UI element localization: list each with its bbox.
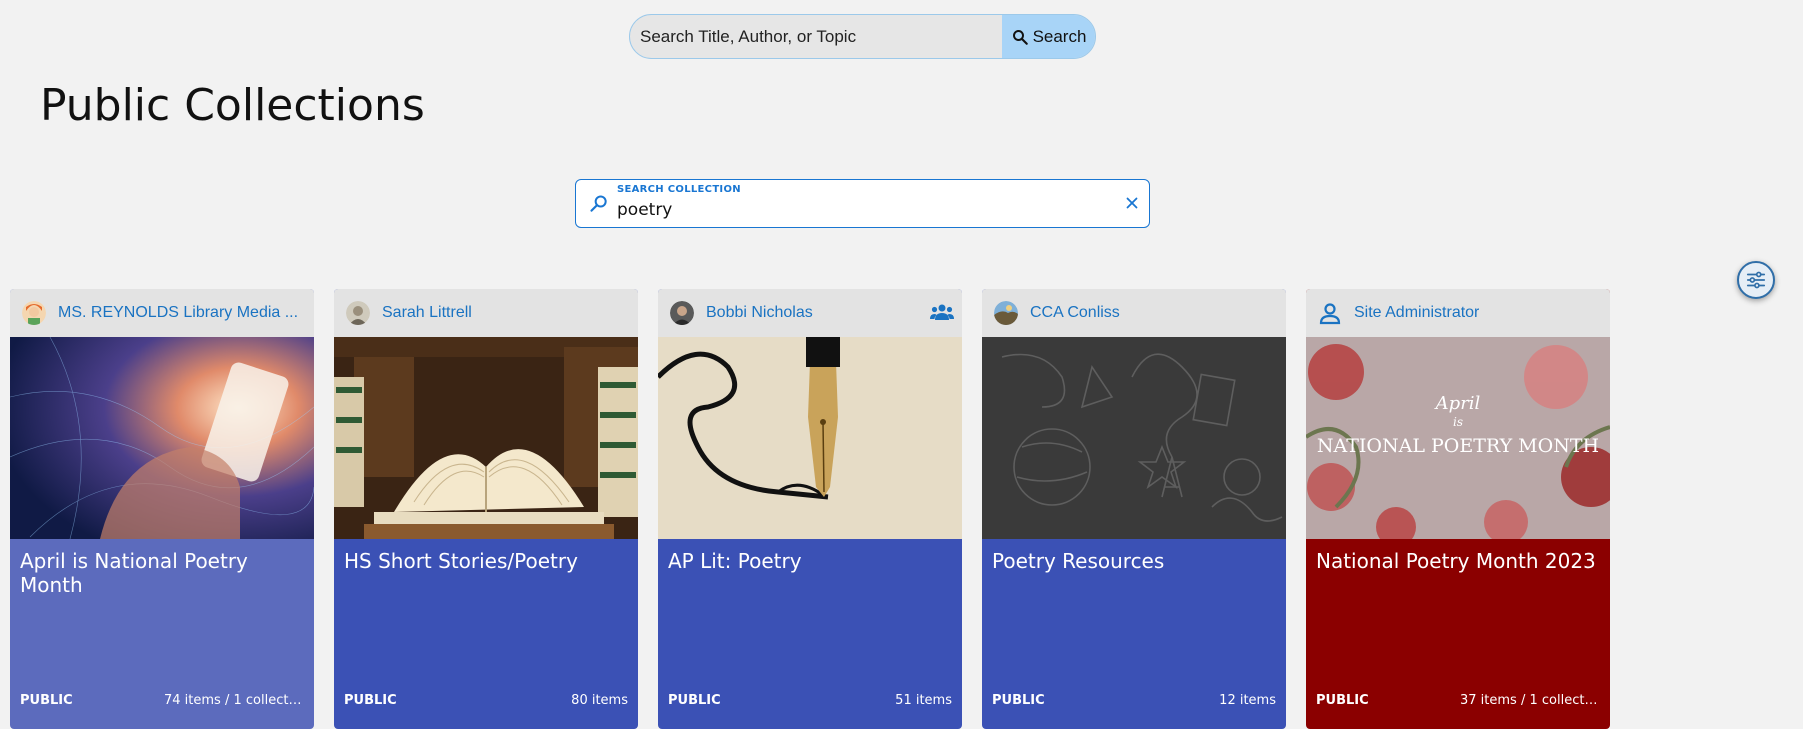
card-image: April is NATIONAL POETRY MONTH — [1306, 337, 1610, 539]
search-button-label: Search — [1032, 26, 1087, 46]
item-count: 51 items — [895, 693, 952, 708]
sliders-icon — [1746, 271, 1766, 289]
collection-card[interactable]: Sarah Littrell HS Short Stories/Poetry P… — [334, 289, 638, 729]
item-count: 12 items — [1219, 693, 1276, 708]
card-header: Site Administrator — [1306, 289, 1610, 337]
item-count: 74 items / 1 collecti... — [164, 693, 304, 708]
person-icon — [1319, 303, 1341, 325]
search-icon — [1012, 29, 1028, 45]
item-count: 37 items / 1 collecti... — [1460, 693, 1600, 708]
collection-card[interactable]: CCA Conliss Poetry Resources PUBLIC 12 i… — [982, 289, 1286, 729]
avatar — [22, 301, 46, 325]
card-footer: PUBLIC 80 items — [344, 693, 628, 708]
avatar — [346, 301, 370, 325]
card-image — [982, 337, 1286, 539]
poster-text-title: NATIONAL POETRY MONTH — [1317, 435, 1599, 457]
card-title: Poetry Resources — [992, 549, 1165, 573]
collection-grid: MS. REYNOLDS Library Media ... April is … — [10, 289, 1610, 729]
filter-button[interactable] — [1737, 261, 1775, 299]
card-header: CCA Conliss — [982, 289, 1286, 337]
card-header: Bobbi Nicholas — [658, 289, 962, 337]
collection-search-field[interactable]: SEARCH COLLECTION poetry — [575, 179, 1150, 228]
search-icon — [590, 195, 607, 212]
card-footer: PUBLIC 37 items / 1 collecti... — [1316, 693, 1600, 708]
visibility-badge: PUBLIC — [344, 693, 397, 708]
avatar — [994, 301, 1018, 325]
card-title: AP Lit: Poetry — [668, 549, 802, 573]
owner-link[interactable]: Sarah Littrell — [382, 304, 472, 322]
avatar — [1318, 301, 1342, 325]
collection-card[interactable]: MS. REYNOLDS Library Media ... April is … — [10, 289, 314, 729]
card-title: National Poetry Month 2023 — [1316, 549, 1596, 573]
item-count: 80 items — [571, 693, 628, 708]
visibility-badge: PUBLIC — [668, 693, 721, 708]
owner-link[interactable]: Site Administrator — [1354, 304, 1479, 322]
card-image — [658, 337, 962, 539]
clear-icon[interactable] — [1123, 194, 1141, 212]
page-title: Public Collections — [40, 80, 425, 131]
owner-link[interactable]: MS. REYNOLDS Library Media ... — [58, 304, 298, 322]
card-image — [10, 337, 314, 539]
owner-link[interactable]: CCA Conliss — [1030, 304, 1120, 322]
global-search-input[interactable] — [630, 15, 1002, 58]
card-title: HS Short Stories/Poetry — [344, 549, 578, 573]
card-header: MS. REYNOLDS Library Media ... — [10, 289, 314, 337]
avatar — [670, 301, 694, 325]
visibility-badge: PUBLIC — [1316, 693, 1369, 708]
poster-text-april: April — [1434, 393, 1481, 414]
visibility-badge: PUBLIC — [20, 693, 73, 708]
card-footer: PUBLIC 51 items — [668, 693, 952, 708]
collection-card[interactable]: Site Administrator April is NATIONAL POE… — [1306, 289, 1610, 729]
group-icon — [930, 304, 954, 320]
card-footer: PUBLIC 74 items / 1 collecti... — [20, 693, 304, 708]
owner-link[interactable]: Bobbi Nicholas — [706, 304, 813, 322]
poster-text-is: is — [1453, 415, 1463, 429]
collection-card[interactable]: Bobbi Nicholas AP Lit: Poetry PUBLIC 51 … — [658, 289, 962, 729]
global-search-button[interactable]: Search — [1002, 15, 1095, 58]
global-search-bar: Search — [629, 14, 1096, 59]
card-footer: PUBLIC 12 items — [992, 693, 1276, 708]
card-header: Sarah Littrell — [334, 289, 638, 337]
card-image — [334, 337, 638, 539]
collection-search-value[interactable]: poetry — [617, 200, 672, 220]
collection-search-label: SEARCH COLLECTION — [617, 184, 741, 195]
card-title: April is National Poetry Month — [20, 549, 248, 597]
visibility-badge: PUBLIC — [992, 693, 1045, 708]
